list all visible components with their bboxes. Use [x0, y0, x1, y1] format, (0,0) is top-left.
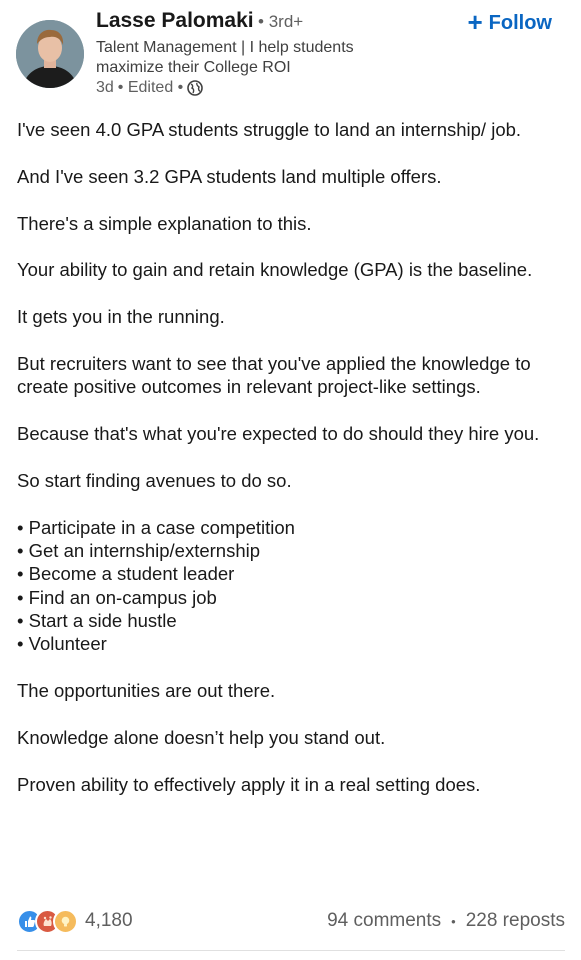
- reactions-count: 4,180: [85, 910, 133, 931]
- post-paragraph: So start finding avenues to do so.: [17, 469, 292, 491]
- insightful-icon: [53, 908, 78, 934]
- bullet-item: Volunteer: [17, 632, 565, 655]
- post-meta: 3d • Edited •: [96, 79, 204, 97]
- social-counts: 4,180 94 comments • 228 reposts: [17, 905, 565, 937]
- post-paragraph: Proven ability to effectively apply it i…: [17, 773, 481, 795]
- comments-link[interactable]: 94 comments: [327, 910, 441, 932]
- separator-dot: •: [451, 913, 456, 929]
- author-headline: Talent Management | I help students maxi…: [96, 39, 354, 76]
- post-time: 3d: [96, 79, 114, 96]
- bullet-item: Start a side hustle: [17, 609, 565, 632]
- bullet-item: Find an on-campus job: [17, 586, 565, 609]
- connection-degree: • 3rd+: [258, 12, 304, 31]
- post-paragraph: Your ability to gain and retain knowledg…: [17, 259, 533, 281]
- bullet-item: Become a student leader: [17, 562, 565, 585]
- post-paragraph: The opportunities are out there.: [17, 679, 276, 701]
- follow-label: Follow: [488, 11, 552, 34]
- post-paragraph: But recruiters want to see that you've a…: [17, 352, 531, 398]
- follow-button[interactable]: + Follow: [467, 7, 552, 37]
- post-paragraph: There's a simple explanation to this.: [17, 212, 312, 234]
- bullet-item: Participate in a case competition: [17, 516, 565, 539]
- divider: [17, 950, 565, 951]
- author-avatar[interactable]: [16, 20, 84, 88]
- bullet-item: Get an internship/externship: [17, 539, 565, 562]
- reposts-link[interactable]: 228 reposts: [466, 910, 565, 932]
- author-name-line: Lasse Palomaki • 3rd+: [96, 9, 303, 33]
- post-paragraph: It gets you in the running.: [17, 306, 225, 328]
- engagement-links: 94 comments • 228 reposts: [327, 910, 565, 932]
- post-paragraph: I've seen 4.0 GPA students struggle to l…: [17, 119, 522, 140]
- bullet-list: Participate in a case competition Get an…: [17, 516, 565, 656]
- post-paragraph: And I've seen 3.2 GPA students land mult…: [17, 165, 442, 187]
- globe-icon: [187, 80, 204, 96]
- post-edited: • Edited •: [117, 79, 184, 96]
- plus-icon: +: [467, 7, 483, 37]
- post-paragraph: Because that's what you're expected to d…: [17, 423, 540, 445]
- post-body: I've seen 4.0 GPA students struggle to l…: [17, 118, 565, 819]
- reactions-summary[interactable]: 4,180: [17, 908, 133, 934]
- post-paragraph: Knowledge alone doesn’t help you stand o…: [17, 726, 386, 748]
- author-name[interactable]: Lasse Palomaki: [96, 9, 254, 32]
- post-header: Lasse Palomaki • 3rd+ Talent Management …: [0, 0, 581, 105]
